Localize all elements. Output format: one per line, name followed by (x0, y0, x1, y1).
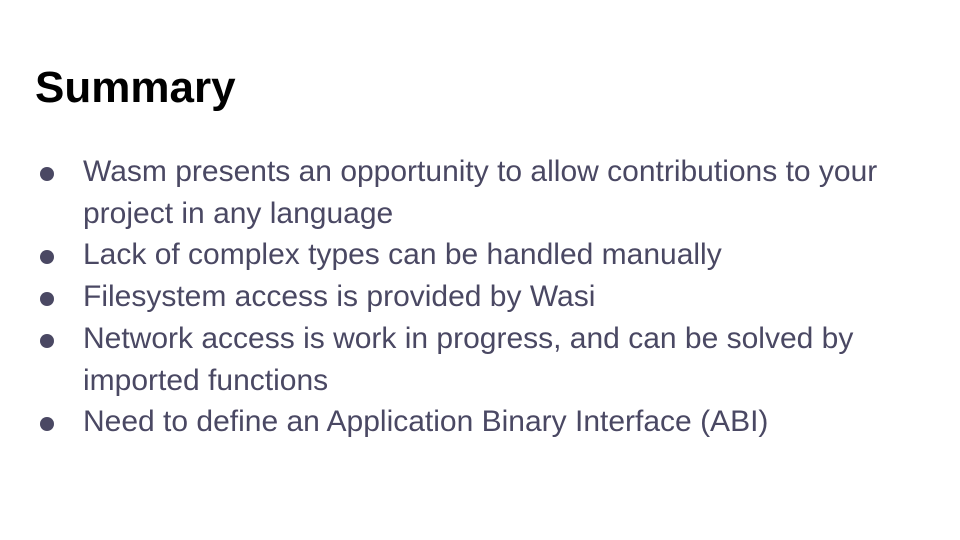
bullet-text: Need to define an Application Binary Int… (83, 405, 769, 439)
bullet-item: Lack of complex types can be handled man… (0, 234, 960, 276)
bullet-item: Need to define an Application Binary Int… (0, 401, 960, 443)
bullet-dot-icon (40, 333, 54, 348)
bullet-text: Lack of complex types can be handled man… (83, 238, 722, 272)
bullet-dot-icon (40, 417, 54, 432)
bullet-list: Wasm presents an opportunity to allow co… (0, 151, 960, 443)
bullet-item: Wasm presents an opportunity to allow co… (0, 151, 960, 234)
bullet-dot-icon (40, 292, 54, 307)
bullet-dot-icon (40, 250, 54, 265)
bullet-text: Network access is work in progress, and … (83, 321, 854, 397)
slide-title: Summary (35, 63, 236, 112)
bullet-item: Filesystem access is provided by Wasi (0, 276, 960, 318)
bullet-text: Filesystem access is provided by Wasi (83, 280, 596, 314)
bullet-dot-icon (40, 167, 54, 181)
slide: Summary Wasm presents an opportunity to … (0, 0, 960, 540)
bullet-text: Wasm presents an opportunity to allow co… (83, 155, 878, 230)
bullet-item: Network access is work in progress, and … (0, 318, 960, 401)
